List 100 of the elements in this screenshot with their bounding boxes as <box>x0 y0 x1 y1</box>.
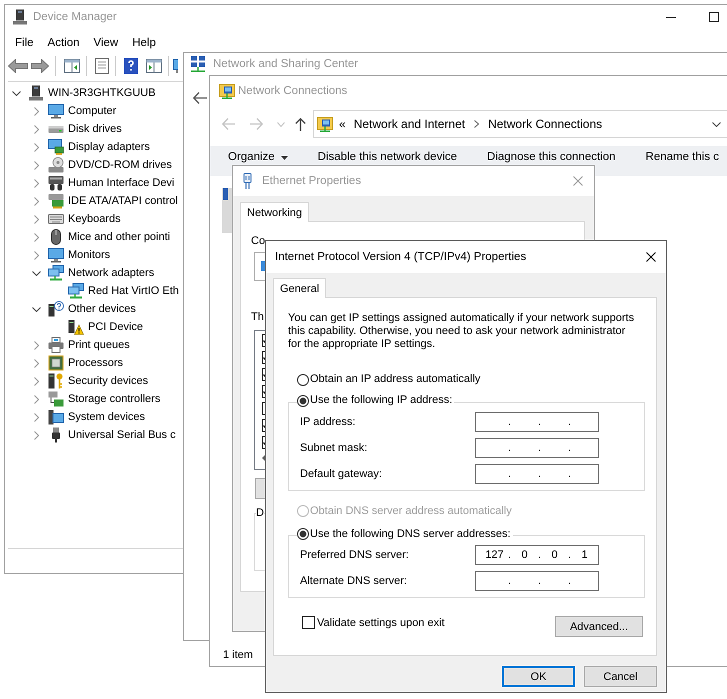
checkbox[interactable] <box>262 402 265 415</box>
chevron-right-icon[interactable] <box>34 250 38 260</box>
ip-address-field[interactable]: 127 . 0 . 0 . 1 <box>475 545 599 565</box>
tree-item[interactable]: Mice and other pointi <box>68 231 170 243</box>
checkbox[interactable] <box>302 616 315 629</box>
command-button[interactable]: Disable this network device <box>318 151 458 164</box>
tab[interactable]: Networking <box>240 202 310 222</box>
chevron-right-icon[interactable] <box>34 376 38 386</box>
dialog-button[interactable]: Cancel <box>584 666 657 687</box>
breadcrumb-overflow[interactable]: « <box>339 117 346 131</box>
window-title: Ethernet Properties <box>262 175 362 187</box>
chevron-right-icon[interactable] <box>34 358 38 368</box>
dialog-button[interactable]: OK <box>502 666 575 687</box>
address-field[interactable]: « Network and Internet Network Connections <box>313 110 727 138</box>
breadcrumb-item[interactable]: Network Connections <box>488 117 602 131</box>
help-icon[interactable] <box>124 58 138 74</box>
tree-item[interactable]: Monitors <box>68 249 110 261</box>
back-arrow-icon[interactable] <box>193 92 207 104</box>
tree-item[interactable]: Computer <box>68 105 116 117</box>
chevron-right-icon[interactable] <box>34 214 38 224</box>
field-label: Default gateway: <box>300 468 383 480</box>
ip-address-field[interactable]: . . . <box>475 571 599 591</box>
maximize-icon[interactable] <box>709 12 719 22</box>
tree-item[interactable]: DVD/CD-ROM drives <box>68 159 172 171</box>
tree-item[interactable]: Human Interface Devi <box>68 177 174 189</box>
window-title: Network Connections <box>238 85 348 97</box>
tree-item[interactable]: Processors <box>68 357 124 369</box>
menu-item[interactable]: Help <box>125 36 163 48</box>
minimize-icon[interactable] <box>666 16 676 18</box>
chevron-right-icon[interactable] <box>34 124 38 134</box>
tree-item[interactable]: Security devices <box>68 375 148 387</box>
checkbox[interactable] <box>262 385 265 398</box>
tree-item[interactable]: IDE ATA/ATAPI control <box>68 195 178 207</box>
connection-item[interactable] <box>222 188 232 233</box>
command-button[interactable]: Diagnose this connection <box>487 151 616 164</box>
chevron-right-icon[interactable] <box>34 430 38 440</box>
close-icon[interactable] <box>646 252 656 262</box>
ip-address-field[interactable]: . . . <box>475 412 599 432</box>
checkbox-label[interactable]: Validate settings upon exit <box>317 616 445 628</box>
disc-drive-icon <box>48 157 64 173</box>
chevron-right-icon[interactable] <box>34 196 38 206</box>
tree-item[interactable]: Print queues <box>68 339 130 351</box>
tree-item[interactable]: WIN-3R3GHTKGUUB <box>48 87 156 99</box>
radio-label[interactable]: Obtain an IP address automatically <box>310 373 480 386</box>
command-button[interactable]: Organize <box>228 151 275 164</box>
controller-card-icon <box>48 193 64 209</box>
checkbox[interactable] <box>262 334 265 347</box>
checkbox[interactable] <box>262 368 265 381</box>
breadcrumb-item[interactable]: Network and Internet <box>354 117 466 131</box>
tree-item[interactable]: Display adapters <box>68 141 150 153</box>
menu-item[interactable]: View <box>86 36 126 48</box>
tree-item[interactable]: Universal Serial Bus c <box>68 429 176 441</box>
radio-button[interactable] <box>297 374 309 386</box>
chevron-right-icon[interactable] <box>34 412 38 422</box>
up-arrow-icon[interactable] <box>295 118 306 130</box>
chevron-right-icon[interactable] <box>34 142 38 152</box>
monitor-icon <box>48 103 64 119</box>
checkbox[interactable] <box>262 436 265 449</box>
chevron-right-icon[interactable] <box>34 394 38 404</box>
menu-item[interactable]: Action <box>40 36 86 48</box>
monitor-icon[interactable] <box>173 58 178 72</box>
tree-item[interactable]: PCI Device <box>88 321 144 333</box>
command-button[interactable]: Rename this c <box>646 151 720 164</box>
network-computers-icon <box>68 283 84 299</box>
tree-item[interactable]: Disk drives <box>68 123 122 135</box>
radio-button[interactable] <box>297 528 309 540</box>
chevron-right-icon[interactable] <box>34 340 38 350</box>
sheet-icon[interactable] <box>95 58 109 74</box>
caret-down-icon[interactable] <box>280 156 288 160</box>
ip-address-field[interactable]: . . . <box>475 464 599 484</box>
checkbox[interactable] <box>262 419 265 432</box>
pane-icon[interactable] <box>64 58 80 72</box>
chevron-down-icon[interactable] <box>32 270 40 276</box>
tree-item[interactable]: Keyboards <box>68 213 121 225</box>
chevron-down-icon[interactable] <box>12 90 20 96</box>
chevron-down-icon[interactable] <box>32 306 40 312</box>
tree-item[interactable]: Red Hat VirtIO Eth <box>88 285 179 297</box>
menu-item[interactable]: File <box>8 36 41 48</box>
chevron-right-icon[interactable] <box>474 120 480 128</box>
radio-label[interactable]: Use the following IP address: <box>310 394 452 407</box>
advanced-button[interactable]: Advanced... <box>555 616 643 637</box>
chevron-down-icon[interactable] <box>712 122 721 126</box>
pane-icon[interactable] <box>146 58 162 72</box>
forward-arrow-icon[interactable] <box>31 58 49 72</box>
back-arrow-icon[interactable] <box>8 58 28 72</box>
tree-item[interactable]: Network adapters <box>68 267 154 279</box>
tab[interactable]: General <box>273 278 326 298</box>
tree-item[interactable]: System devices <box>68 411 146 423</box>
radio-label[interactable]: Use the following DNS server addresses: <box>310 528 511 540</box>
warning-device-icon <box>68 319 84 335</box>
tree-item[interactable]: Storage controllers <box>68 393 160 405</box>
tree-item[interactable]: Other devices <box>68 303 136 315</box>
network-computers-icon <box>48 265 64 281</box>
ip-address-field[interactable]: . . . <box>475 438 599 458</box>
chevron-right-icon[interactable] <box>34 160 38 170</box>
chevron-right-icon[interactable] <box>34 106 38 116</box>
chevron-right-icon[interactable] <box>34 178 38 188</box>
checkbox[interactable] <box>262 351 265 364</box>
chevron-right-icon[interactable] <box>34 232 38 242</box>
radio-button[interactable] <box>297 394 309 406</box>
